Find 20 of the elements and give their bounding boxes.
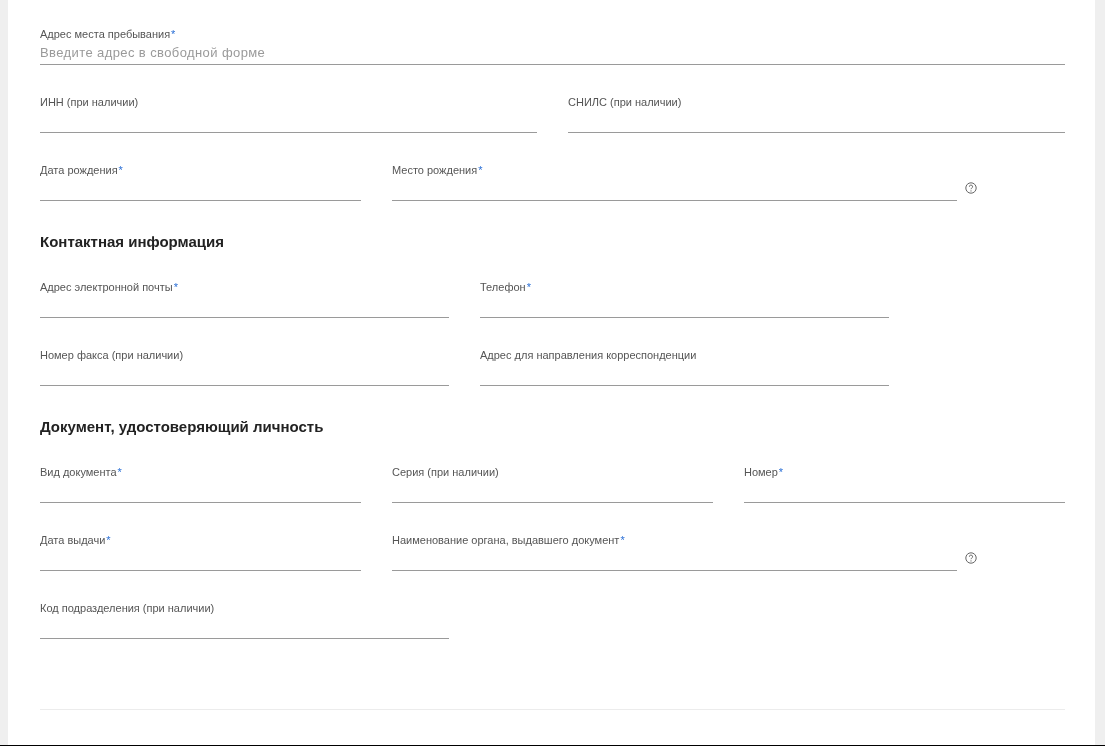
input-field[interactable]: Введите адрес в свободной форме [40,41,1065,65]
field-label: Телефон* [480,280,531,294]
field-label: Дата рождения* [40,163,123,177]
field-label: Место рождения* [392,163,483,177]
field-label: Код подразделения (при наличии) [40,601,215,615]
field-label: Адрес места пребывания* [40,27,176,41]
section-heading: Документ, удостоверяющий личность [40,418,324,436]
field-label: Номер факса (при наличии) [40,348,184,362]
field-label: Вид документа* [40,465,122,479]
field-label: Номер* [744,465,784,479]
field-label: Наименование органа, выдавшего документ* [392,533,625,547]
field-label: Серия (при наличии) [392,465,499,479]
field-label: Адрес для направления корреспонденции [480,348,697,362]
field-label: СНИЛС (при наличии) [568,95,682,109]
field-label: Дата выдачи* [40,533,111,547]
help-icon[interactable] [965,552,977,564]
field-label: Адрес электронной почты* [40,280,178,294]
help-icon[interactable] [965,182,977,194]
field-label: ИНН (при наличии) [40,95,139,109]
section-heading: Контактная информация [40,233,224,251]
